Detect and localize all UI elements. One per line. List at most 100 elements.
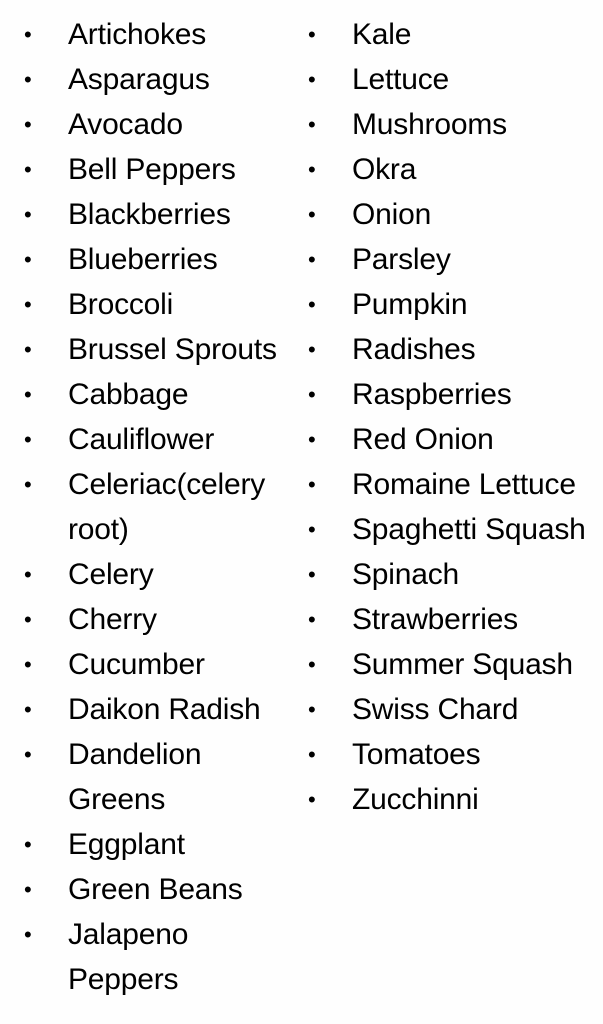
list-item-label: Brussel Sprouts xyxy=(68,333,277,366)
list-item-label: Artichokes xyxy=(68,18,207,51)
bullet-icon: • xyxy=(24,337,32,362)
bullet-icon: • xyxy=(24,292,32,317)
list-item-label: Summer Squash xyxy=(352,648,573,681)
list-item: • Lettuce xyxy=(296,57,603,102)
list-item: • Cucumber xyxy=(0,642,300,687)
bullet-icon: • xyxy=(24,652,32,677)
bullet-icon: • xyxy=(308,607,316,632)
list-item: • Spinach xyxy=(296,552,603,597)
list-item: • Celery xyxy=(0,552,300,597)
list-item: • Red Onion xyxy=(296,417,603,462)
list-item-label: Romaine Lettuce xyxy=(352,468,576,501)
list-item: • Blueberries xyxy=(0,237,300,282)
bullet-icon: • xyxy=(24,157,32,182)
list-item-label: Cucumber xyxy=(68,648,205,681)
list-item-label: Red Onion xyxy=(352,423,494,456)
bullet-icon: • xyxy=(308,247,316,272)
list-item-label: Onion xyxy=(352,198,432,231)
list-item: • Celeriac(celery root) xyxy=(0,462,300,552)
bullet-icon: • xyxy=(308,742,316,767)
list-item-label: Dandelion Greens xyxy=(68,738,202,816)
right-food-list: • Kale • Lettuce • Mushrooms • Okra • Onion • Parsl… xyxy=(296,12,603,822)
list-item: • Artichokes xyxy=(0,12,300,57)
list-item-label: Celeriac(celery root) xyxy=(68,468,266,546)
list-item: • Daikon Radish xyxy=(0,687,300,732)
bullet-icon: • xyxy=(308,202,316,227)
left-food-list: • Artichokes • Asparagus • Avocado • Bell Peppe… xyxy=(0,12,300,1002)
bullet-icon: • xyxy=(24,607,32,632)
bullet-icon: • xyxy=(24,742,32,767)
bullet-icon: • xyxy=(24,562,32,587)
bullet-icon: • xyxy=(308,22,316,47)
list-item: • Radishes xyxy=(296,327,603,372)
list-item: • Raspberries xyxy=(296,372,603,417)
list-item-label: Raspberries xyxy=(352,378,512,411)
list-item-label: Blackberries xyxy=(68,198,231,231)
bullet-icon: • xyxy=(24,427,32,452)
bullet-icon: • xyxy=(24,112,32,137)
list-item: • Pumpkin xyxy=(296,282,603,327)
list-item: • Broccoli xyxy=(0,282,300,327)
list-item-label: Lettuce xyxy=(352,63,450,96)
list-item: • Mushrooms xyxy=(296,102,603,147)
list-item-label: Green Beans xyxy=(68,873,243,906)
list-item-label: Swiss Chard xyxy=(352,693,519,726)
bullet-icon: • xyxy=(24,877,32,902)
list-item-label: Zucchinni xyxy=(352,783,479,816)
bullet-icon: • xyxy=(308,112,316,137)
list-item: • Tomatoes xyxy=(296,732,603,777)
list-item-label: Okra xyxy=(352,153,417,186)
list-item: • Zucchinni xyxy=(296,777,603,822)
bullet-icon: • xyxy=(308,562,316,587)
list-item-label: Jalapeno Peppers xyxy=(68,918,189,996)
list-item: • Cabbage xyxy=(0,372,300,417)
bullet-icon: • xyxy=(308,472,316,497)
bullet-icon: • xyxy=(308,292,316,317)
list-item: • Bell Peppers xyxy=(0,147,300,192)
list-item: • Eggplant xyxy=(0,822,300,867)
list-item-label: Avocado xyxy=(68,108,183,141)
bullet-icon: • xyxy=(308,517,316,542)
left-column: • Artichokes • Asparagus • Avocado • Bell Peppe… xyxy=(0,12,300,1002)
list-item: • Blackberries xyxy=(0,192,300,237)
list-item: • Cauliflower xyxy=(0,417,300,462)
list-item: • Spaghetti Squash xyxy=(296,507,603,552)
bullet-icon: • xyxy=(24,922,32,947)
bullet-icon: • xyxy=(24,697,32,722)
bullet-icon: • xyxy=(308,157,316,182)
list-item: • Asparagus xyxy=(0,57,300,102)
list-item: • Okra xyxy=(296,147,603,192)
list-item: • Parsley xyxy=(296,237,603,282)
list-item: • Strawberries xyxy=(296,597,603,642)
list-item: • Cherry xyxy=(0,597,300,642)
list-item-label: Mushrooms xyxy=(352,108,507,141)
list-item-label: Pumpkin xyxy=(352,288,468,321)
bullet-icon: • xyxy=(24,247,32,272)
list-item-label: Asparagus xyxy=(68,63,210,96)
bullet-icon: • xyxy=(308,697,316,722)
bullet-icon: • xyxy=(308,652,316,677)
list-item-label: Spinach xyxy=(352,558,460,591)
food-list-columns: • Artichokes • Asparagus • Avocado • Bell Peppe… xyxy=(0,0,603,1024)
bullet-icon: • xyxy=(24,832,32,857)
list-item-label: Eggplant xyxy=(68,828,185,861)
list-item: • Dandelion Greens xyxy=(0,732,300,822)
list-item: • Green Beans xyxy=(0,867,300,912)
bullet-icon: • xyxy=(24,202,32,227)
document-page: • Artichokes • Asparagus • Avocado • Bell Peppe… xyxy=(0,0,603,1024)
list-item-label: Cabbage xyxy=(68,378,189,411)
list-item: • Onion xyxy=(296,192,603,237)
list-item: • Summer Squash xyxy=(296,642,603,687)
bullet-icon: • xyxy=(308,427,316,452)
list-item: • Romaine Lettuce xyxy=(296,462,603,507)
list-item-label: Strawberries xyxy=(352,603,518,636)
list-item-label: Spaghetti Squash xyxy=(352,513,586,546)
list-item: • Kale xyxy=(296,12,603,57)
bullet-icon: • xyxy=(308,787,316,812)
list-item-label: Parsley xyxy=(352,243,451,276)
bullet-icon: • xyxy=(24,472,32,497)
list-item-label: Cauliflower xyxy=(68,423,215,456)
bullet-icon: • xyxy=(308,337,316,362)
bullet-icon: • xyxy=(308,67,316,92)
list-item-label: Radishes xyxy=(352,333,476,366)
